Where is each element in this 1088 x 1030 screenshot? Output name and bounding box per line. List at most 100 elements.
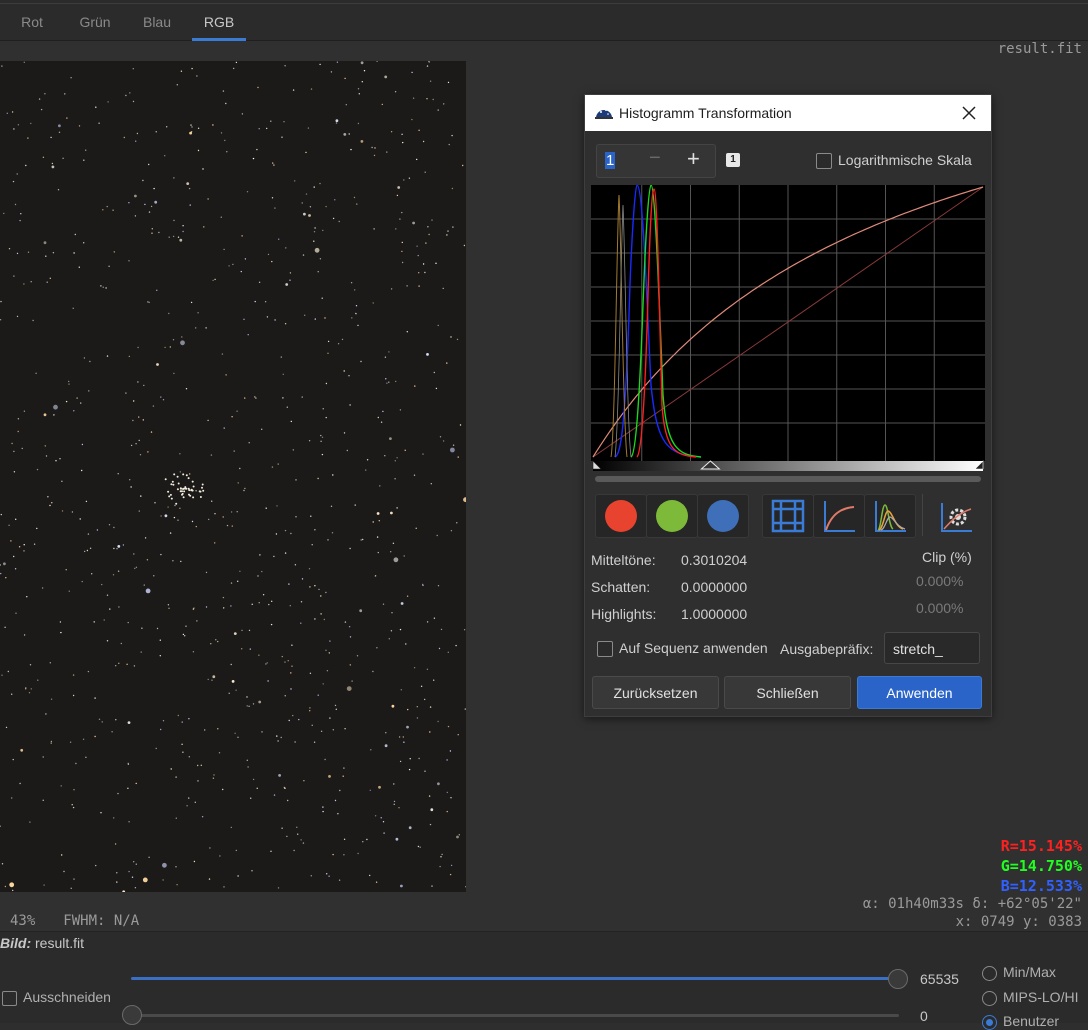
star [446, 759, 448, 761]
log-scale-checkbox[interactable]: Logarithmische Skala [816, 152, 972, 170]
histogram-toggle-button[interactable] [864, 494, 916, 538]
blue-channel-button[interactable] [697, 494, 749, 538]
star [167, 604, 170, 606]
histogram-scrollbar[interactable] [595, 476, 981, 482]
red-channel-button[interactable] [595, 494, 647, 538]
star [405, 643, 407, 645]
star [173, 219, 175, 222]
star [160, 553, 162, 556]
star [438, 647, 441, 650]
radio-mips-dot[interactable] [982, 990, 997, 1006]
star [356, 655, 359, 657]
close-icon[interactable] [959, 103, 979, 123]
star-field-image[interactable] [0, 61, 466, 892]
radio-minmax-dot[interactable] [982, 965, 997, 981]
star [241, 629, 243, 632]
green-channel-button[interactable] [646, 494, 698, 538]
spinbox-value[interactable]: 1 [605, 152, 616, 169]
star [154, 502, 156, 504]
star [334, 799, 337, 802]
star [72, 694, 75, 697]
crop-checkbox[interactable]: Ausschneiden [2, 989, 111, 1006]
histogram-plot[interactable] [591, 185, 985, 475]
highlights-value[interactable]: 1.0000000 [681, 606, 747, 622]
radio-mips[interactable]: MIPS-LO/HI [982, 989, 1078, 1006]
star [402, 736, 404, 738]
radio-user[interactable]: Benutzer [982, 1013, 1059, 1030]
star [418, 272, 420, 274]
tab-gruen[interactable]: Grün [74, 0, 116, 40]
star [210, 454, 213, 456]
radio-user-dot[interactable] [982, 1014, 997, 1030]
star [406, 725, 409, 729]
star [15, 612, 17, 614]
star [217, 640, 219, 643]
crop-checkbox-box[interactable] [2, 990, 17, 1006]
tab-blau[interactable]: Blau [136, 0, 178, 40]
spinbox-increment-button[interactable]: + [687, 146, 700, 172]
star [284, 787, 286, 789]
radio-minmax[interactable]: Min/Max [982, 964, 1056, 981]
max-slider-handle[interactable] [888, 969, 908, 989]
min-slider-handle[interactable] [122, 1005, 142, 1025]
reset-button[interactable]: Zurücksetzen [592, 676, 719, 709]
dialog-titlebar[interactable]: Histogramm Transformation [585, 95, 991, 131]
star [408, 768, 411, 771]
star [179, 507, 181, 509]
star [446, 362, 448, 364]
star [450, 864, 453, 867]
star [393, 783, 395, 785]
auto-stretch-button[interactable] [930, 494, 982, 538]
min-slider-track[interactable] [131, 1014, 899, 1017]
settings-icon [941, 503, 972, 532]
star [197, 127, 200, 129]
star [226, 151, 228, 153]
star [49, 504, 51, 507]
star [395, 380, 397, 383]
star [382, 821, 385, 823]
max-slider-track[interactable] [131, 977, 899, 980]
shadows-value[interactable]: 0.0000000 [681, 579, 747, 595]
star [403, 555, 405, 557]
tab-rgb[interactable]: RGB [192, 0, 246, 41]
star [342, 775, 344, 777]
star [428, 795, 431, 797]
star [258, 602, 260, 604]
star [166, 126, 168, 128]
tab-rot[interactable]: Rot [14, 0, 50, 40]
star [322, 810, 324, 813]
prefix-input[interactable]: stretch_ [884, 632, 980, 664]
grid-toggle-button[interactable] [762, 494, 814, 538]
star [188, 187, 191, 190]
status-line: 43% FWHM: N/A [10, 913, 167, 929]
star [230, 582, 233, 584]
spinbox-decrement-button[interactable]: − [649, 147, 661, 170]
star [231, 525, 233, 527]
star [43, 884, 45, 886]
star [123, 136, 126, 139]
cluster-star [184, 486, 187, 489]
star [289, 605, 291, 607]
close-button[interactable]: Schließen [724, 676, 851, 709]
midtones-value[interactable]: 0.3010204 [681, 552, 747, 568]
star [401, 133, 403, 135]
star [18, 546, 21, 548]
star [463, 244, 466, 247]
star [328, 652, 330, 654]
zoom-spinbox[interactable]: 1 − + [596, 144, 716, 178]
star [81, 469, 83, 472]
star [95, 864, 97, 867]
apply-sequence-checkbox-box[interactable] [597, 641, 613, 658]
zoom-badge: 1 [726, 153, 740, 167]
star [343, 133, 347, 136]
apply-button[interactable]: Anwenden [857, 676, 982, 709]
star [258, 700, 262, 704]
star [384, 356, 387, 358]
star [369, 789, 371, 791]
apply-sequence-checkbox[interactable]: Auf Sequenz anwenden [597, 640, 768, 658]
star [237, 736, 239, 738]
star [188, 718, 190, 720]
curve-toggle-button[interactable] [813, 494, 865, 538]
log-scale-checkbox-box[interactable] [816, 153, 832, 170]
star [303, 212, 306, 216]
